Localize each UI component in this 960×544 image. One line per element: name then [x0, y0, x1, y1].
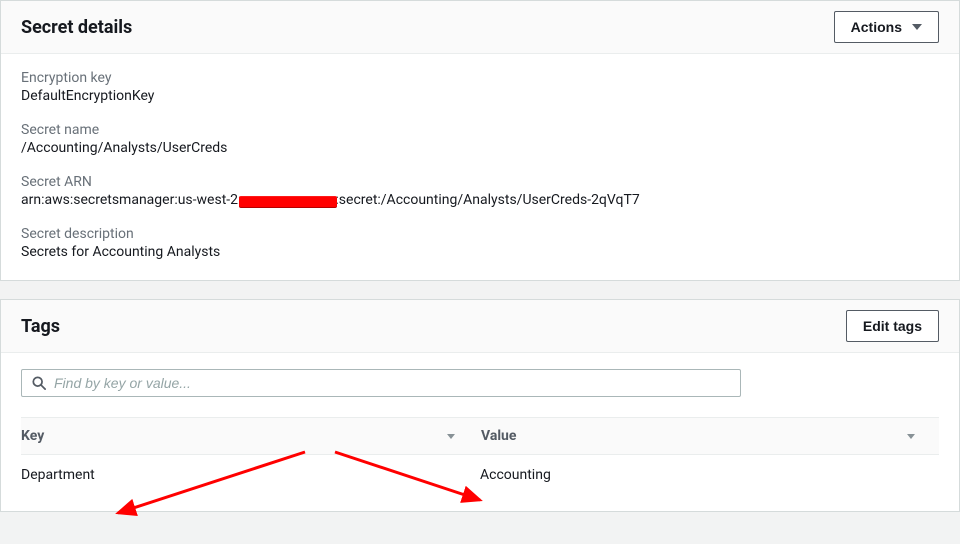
field-value: arn:aws:secretsmanager:us-west-2: :secret… [21, 192, 640, 208]
search-icon [32, 376, 46, 390]
field-label: Secret ARN [21, 174, 939, 190]
field-label: Encryption key [21, 70, 939, 86]
tags-table: Key Value Department Accounting [21, 417, 939, 491]
field-secret-name: Secret name /Accounting/Analysts/UserCre… [21, 122, 939, 156]
field-label: Secret description [21, 226, 939, 242]
field-value: /Accounting/Analysts/UserCreds [21, 140, 939, 156]
edit-tags-button[interactable]: Edit tags [846, 310, 939, 342]
field-label: Secret name [21, 122, 939, 138]
secret-details-panel: Secret details Actions Encryption key De… [0, 0, 960, 281]
field-secret-description: Secret description Secrets for Accountin… [21, 226, 939, 260]
panel-body: Encryption key DefaultEncryptionKey Secr… [1, 54, 959, 280]
tag-search-box[interactable] [21, 369, 741, 397]
column-label: Value [481, 428, 516, 444]
cell-value: Accounting [480, 467, 939, 483]
field-value: DefaultEncryptionKey [21, 88, 939, 104]
table-row: Department Accounting [21, 455, 939, 491]
arn-suffix: :secret:/Accounting/Analysts/UserCreds-2… [335, 192, 639, 208]
actions-button[interactable]: Actions [834, 11, 939, 43]
tags-table-header: Key Value [21, 417, 939, 455]
arn-prefix: arn:aws:secretsmanager:us-west-2: [21, 192, 241, 208]
column-header-value[interactable]: Value [479, 418, 939, 454]
sort-icon [447, 434, 455, 439]
column-header-key[interactable]: Key [21, 418, 479, 454]
field-value: Secrets for Accounting Analysts [21, 244, 939, 260]
panel-title: Tags [21, 316, 60, 337]
tags-panel: Tags Edit tags Key [0, 299, 960, 512]
chevron-down-icon [912, 24, 922, 30]
panel-title: Secret details [21, 17, 132, 38]
actions-button-label: Actions [851, 17, 902, 37]
sort-icon [907, 434, 915, 439]
tag-search-input[interactable] [54, 375, 730, 391]
edit-tags-label: Edit tags [863, 316, 922, 336]
field-secret-arn: Secret ARN arn:aws:secretsmanager:us-wes… [21, 174, 939, 208]
panel-header: Secret details Actions [1, 1, 959, 54]
column-label: Key [21, 428, 44, 444]
panel-header: Tags Edit tags [1, 300, 959, 353]
redaction-mark [239, 197, 337, 207]
cell-key: Department [21, 467, 480, 483]
panel-body: Key Value Department Accounting [1, 353, 959, 511]
field-encryption-key: Encryption key DefaultEncryptionKey [21, 70, 939, 104]
